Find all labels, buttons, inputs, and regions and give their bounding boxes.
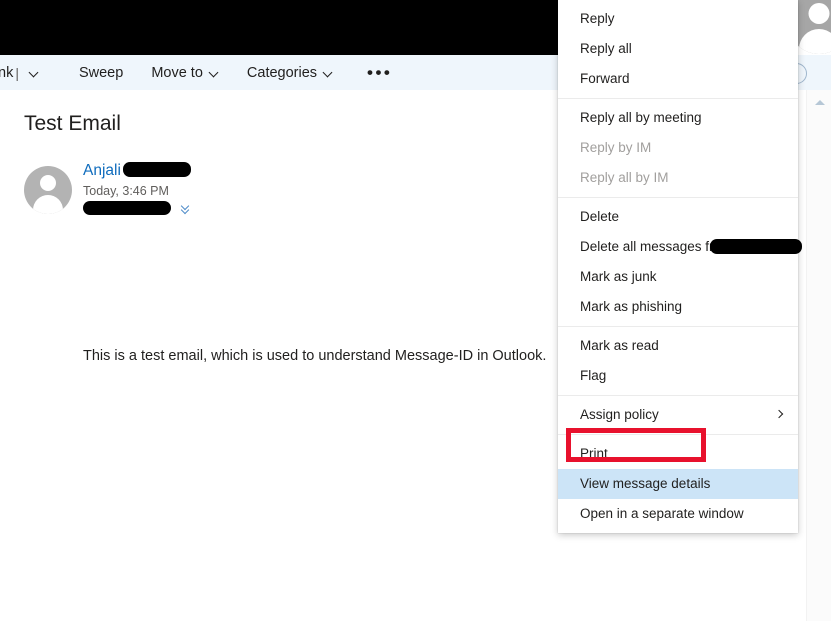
menu-separator <box>558 98 798 99</box>
menu-item-mark-as-junk[interactable]: Mark as junk <box>558 262 798 292</box>
menu-item-reply-all-by-im: Reply all by IM <box>558 163 798 193</box>
menu-item-label: Open in a separate window <box>580 506 744 521</box>
menu-item-label: Reply by IM <box>580 140 652 155</box>
menu-item-assign-policy[interactable]: Assign policy <box>558 400 798 430</box>
junk-label: nk <box>0 64 14 81</box>
categories-button[interactable]: Categories <box>245 55 335 90</box>
sender-avatar-icon[interactable] <box>24 166 72 214</box>
avatar-body-shape <box>33 195 63 214</box>
sender-address-redaction <box>710 239 802 254</box>
menu-item-flag[interactable]: Flag <box>558 361 798 391</box>
sweep-button[interactable]: Sweep <box>77 55 125 90</box>
menu-item-forward[interactable]: Forward <box>558 64 798 94</box>
menu-item-delete[interactable]: Delete <box>558 202 798 232</box>
menu-separator <box>558 434 798 435</box>
scroll-up-arrow-icon[interactable] <box>814 100 825 105</box>
message-body: This is a test email, which is used to u… <box>83 348 547 364</box>
chevron-down-icon[interactable] <box>30 68 39 77</box>
move-to-button[interactable]: Move to <box>149 55 221 90</box>
avatar-head-shape <box>40 175 56 191</box>
avatar-head-shape <box>808 3 830 24</box>
menu-item-label: View message details <box>580 476 711 491</box>
recipient-redaction <box>83 201 171 215</box>
menu-item-reply-all-by-meeting[interactable]: Reply all by meeting <box>558 103 798 133</box>
message-subject: Test Email <box>24 112 121 135</box>
chevron-down-icon[interactable] <box>324 68 333 77</box>
menu-item-open-in-a-separate-window[interactable]: Open in a separate window <box>558 499 798 529</box>
menu-item-reply-by-im: Reply by IM <box>558 133 798 163</box>
menu-item-view-message-details[interactable]: View message details <box>558 469 798 499</box>
message-timestamp: Today, 3:46 PM <box>83 184 169 198</box>
message-context-menu: Reply Reply all Forward Reply all by meetin… <box>558 0 802 533</box>
menu-item-label: Reply all by IM <box>580 170 669 185</box>
more-commands-button[interactable]: ••• <box>365 55 394 90</box>
chevron-down-icon[interactable] <box>210 68 219 77</box>
reading-pane-scrollbar[interactable] <box>806 90 831 621</box>
menu-item-label: Mark as read <box>580 338 659 353</box>
menu-item-label: Forward <box>580 71 630 86</box>
menu-item-reply-all[interactable]: Reply all <box>558 34 798 64</box>
menu-item-label: Reply all by meeting <box>580 110 702 125</box>
ellipsis-icon: ••• <box>367 62 393 82</box>
categories-label: Categories <box>246 64 318 81</box>
menu-item-print[interactable]: Print <box>558 439 798 469</box>
avatar-body-shape <box>799 29 831 54</box>
menu-item-label: Mark as junk <box>580 269 657 284</box>
junk-separator: | <box>15 64 19 81</box>
menu-item-label: Delete <box>580 209 620 224</box>
menu-item-label: Reply all <box>580 41 632 56</box>
menu-item-mark-as-phishing[interactable]: Mark as phishing <box>558 292 798 322</box>
menu-item-reply[interactable]: Reply <box>558 4 798 34</box>
move-to-label: Move to <box>151 64 203 81</box>
menu-item-label: Assign policy <box>580 407 659 422</box>
menu-item-label: Flag <box>580 368 607 383</box>
menu-item-label: Mark as phishing <box>580 299 683 314</box>
junk-button[interactable]: nk | <box>0 55 41 90</box>
menu-item-mark-as-read[interactable]: Mark as read <box>558 331 798 361</box>
chevron-right-icon[interactable] <box>776 411 784 419</box>
menu-separator <box>558 326 798 327</box>
chevron-double-down-icon[interactable] <box>181 203 193 215</box>
sender-name[interactable]: Anjali <box>83 162 121 180</box>
menu-item-label: Reply <box>580 11 615 26</box>
menu-separator <box>558 197 798 198</box>
sender-name-redaction <box>123 162 191 177</box>
menu-item-label: Print <box>580 446 608 461</box>
menu-separator <box>558 395 798 396</box>
menu-item-delete-all-messages-from[interactable]: Delete all messages from <box>558 232 802 262</box>
sweep-label: Sweep <box>78 64 124 81</box>
